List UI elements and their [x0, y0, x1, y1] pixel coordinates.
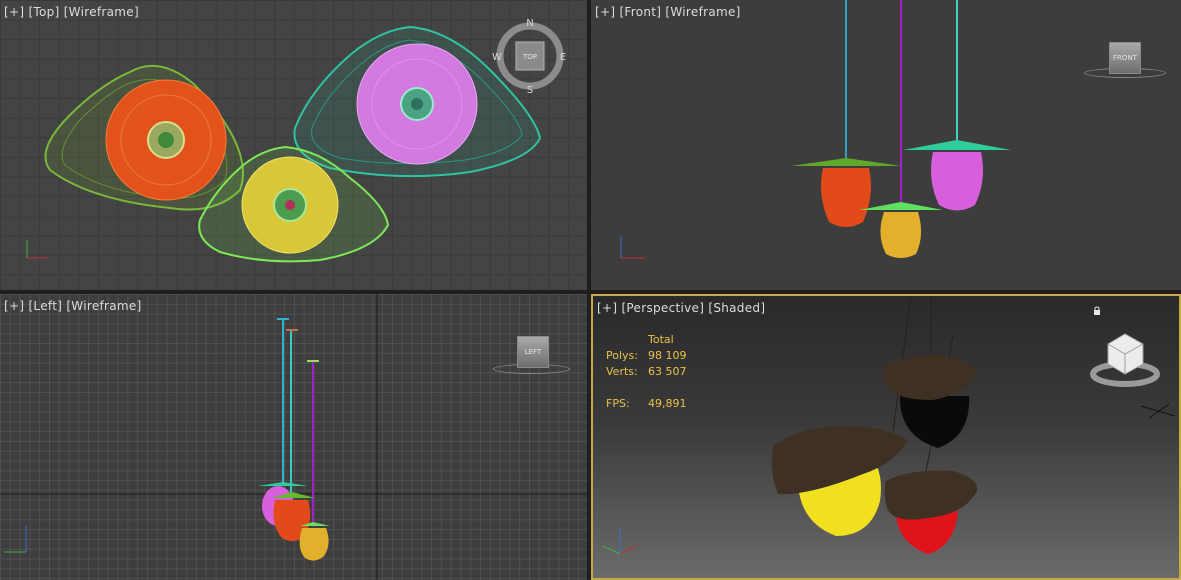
viewport-label-left[interactable]: [+] [Left] [Wireframe]: [4, 299, 142, 313]
lamp-shade-left: [791, 158, 901, 166]
viewport-name-menu[interactable]: [Perspective]: [621, 301, 704, 315]
svg-text:W: W: [492, 52, 502, 63]
stats-fps-value: 49,891: [648, 397, 687, 410]
axis-tripod: [602, 528, 638, 555]
lamp-black-persp: [899, 396, 970, 448]
svg-text:N: N: [526, 18, 533, 29]
stats-polys-value: 98 109: [648, 349, 687, 362]
viewport-mode-menu[interactable]: [Shaded]: [708, 301, 765, 315]
viewport-mode-menu[interactable]: [Wireframe]: [665, 5, 740, 19]
lamp-shade-front: [859, 202, 943, 210]
lamp-yellow-left: [299, 528, 329, 561]
viewport-mode-menu[interactable]: [Wireframe]: [66, 299, 141, 313]
lamp-shade-back: [883, 354, 977, 400]
viewport-perspective[interactable]: Total Polys: 98 109 Verts: 63 507 FPS: 49,8…: [591, 294, 1181, 580]
viewport-name-menu[interactable]: [Left]: [28, 299, 62, 313]
stats-verts-label: Verts:: [606, 365, 638, 378]
front-scene: [620, 0, 1011, 259]
stats-header: Total: [648, 333, 674, 346]
viewport-plus-menu[interactable]: [+]: [4, 5, 24, 19]
viewport-top[interactable]: TOP N S E W [+] [Top] [Wireframe]: [0, 0, 587, 290]
lamp-orange-front: [821, 168, 871, 227]
stats-verts-value: 63 507: [648, 365, 687, 378]
lock-icon[interactable]: [1093, 300, 1101, 315]
svg-text:TOP: TOP: [522, 53, 537, 61]
lamp-shade-right: [903, 140, 1011, 150]
stats-polys-label: Polys:: [606, 349, 638, 362]
viewport-plus-menu[interactable]: [+]: [4, 299, 24, 313]
viewport-mode-menu[interactable]: [Wireframe]: [64, 5, 139, 19]
axis-tripod: [4, 526, 27, 553]
viewport-left[interactable]: LEFT [+] [Left] [Wireframe]: [0, 294, 587, 580]
viewport-label-front[interactable]: [+] [Front] [Wireframe]: [595, 5, 741, 19]
viewport-plus-menu[interactable]: [+]: [597, 301, 617, 315]
statistics-overlay: Total Polys: 98 109 Verts: 63 507 FPS: 49,8…: [606, 332, 687, 412]
viewcube[interactable]: LEFT: [517, 336, 549, 368]
lamp-shade-right-persp: [884, 470, 978, 520]
viewcube[interactable]: FRONT: [1109, 42, 1141, 74]
viewport-name-menu[interactable]: [Front]: [619, 5, 661, 19]
viewport-plus-menu[interactable]: [+]: [595, 5, 615, 19]
viewport-name-menu[interactable]: [Top]: [28, 5, 59, 19]
viewport-label-perspective[interactable]: [+] [Perspective] [Shaded]: [597, 301, 765, 315]
axis-tripod: [620, 236, 645, 259]
lamp-pink-front: [931, 152, 983, 211]
lamp-yellow-front: [880, 212, 922, 258]
svg-text:E: E: [560, 52, 566, 63]
viewport-label-top[interactable]: [+] [Top] [Wireframe]: [4, 5, 139, 19]
svg-text:S: S: [527, 85, 533, 96]
stats-fps-label: FPS:: [606, 397, 630, 410]
viewport-front[interactable]: FRONT [+] [Front] [Wireframe]: [591, 0, 1181, 290]
left-scene: [0, 294, 587, 580]
compass[interactable]: TOP N S E W: [0, 0, 587, 290]
